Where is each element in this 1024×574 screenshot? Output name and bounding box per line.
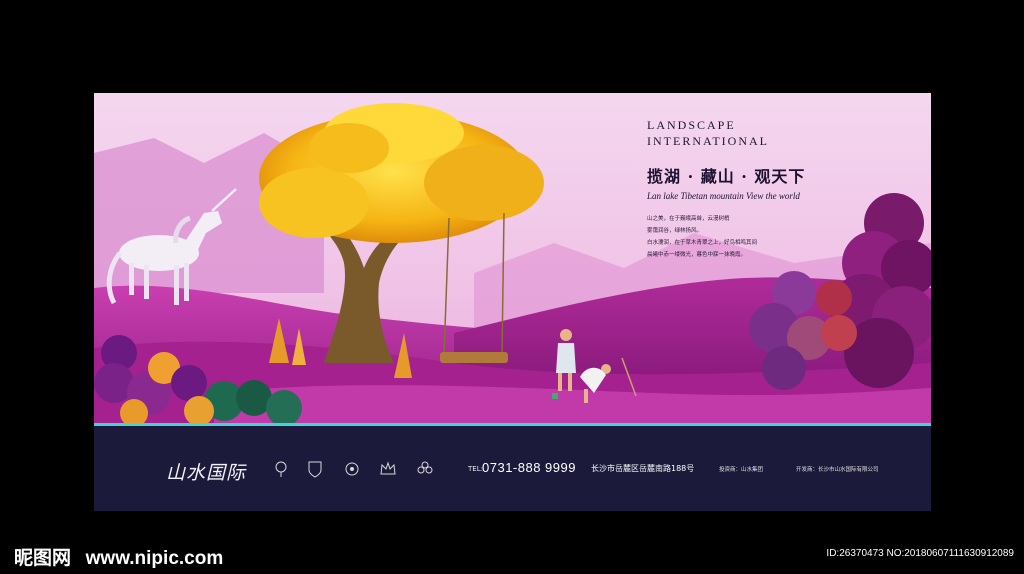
brand-logo: 山水国际 <box>166 462 247 484</box>
watermark-brand-name: 昵图网 <box>14 547 72 569</box>
phone-number[interactable]: 0731-888 9999 <box>482 460 576 475</box>
watermark-url[interactable]: www.nipic.com <box>86 548 224 569</box>
flower-crest-icon <box>417 461 433 474</box>
english-slogan: Lan lake Tibetan mountain View the world <box>647 191 800 201</box>
landscape-illustration <box>94 93 931 423</box>
tel-label: TEL: <box>468 465 483 473</box>
watermark-id: ID:26370473 NO:20180607111630912089 <box>826 548 1014 559</box>
body-line: 晨曦中赤一缕微光，暮色中寐一抹晚霞。 <box>647 252 747 258</box>
body-line: 雾霭润谷，绿林扬风。 <box>647 228 703 234</box>
headline-block: LANDSCAPE INTERNATIONAL 揽湖 · 藏山 · 观天下 La… <box>647 117 805 261</box>
shield-crest-icon <box>308 461 322 478</box>
crown-crest-icon <box>380 461 396 475</box>
investor: 投资商：山水集团 <box>719 467 764 473</box>
body-line: 山之美，在于巍峨高耸，云漫树梢 <box>647 216 730 222</box>
footer-bar: 山水国际 TEL: 0731-888 9999 长沙市岳麓区岳麓南路188号 投… <box>94 423 931 511</box>
tree-crest-icon <box>275 461 287 477</box>
biohazard-crest-icon <box>345 462 359 476</box>
chinese-slogan: 揽湖 · 藏山 · 观天下 <box>647 167 806 186</box>
title-line-2: INTERNATIONAL <box>647 134 769 148</box>
body-copy: 山之美，在于巍峨高耸，云漫树梢 雾霭润谷，绿林扬风。 白水濡润，在于草木青翠之上… <box>647 213 805 261</box>
watermark-brand: 昵图网 www.nipic.com <box>14 543 223 570</box>
body-line: 白水濡润，在于草木青翠之上，好鸟相鸣其间 <box>647 240 758 246</box>
poster: LANDSCAPE INTERNATIONAL 揽湖 · 藏山 · 观天下 La… <box>94 93 931 511</box>
address: 长沙市岳麓区岳麓南路188号 <box>591 464 695 473</box>
developer: 开发商：长沙市山水国际有限公司 <box>796 467 879 473</box>
title-line-1: LANDSCAPE <box>647 118 736 132</box>
